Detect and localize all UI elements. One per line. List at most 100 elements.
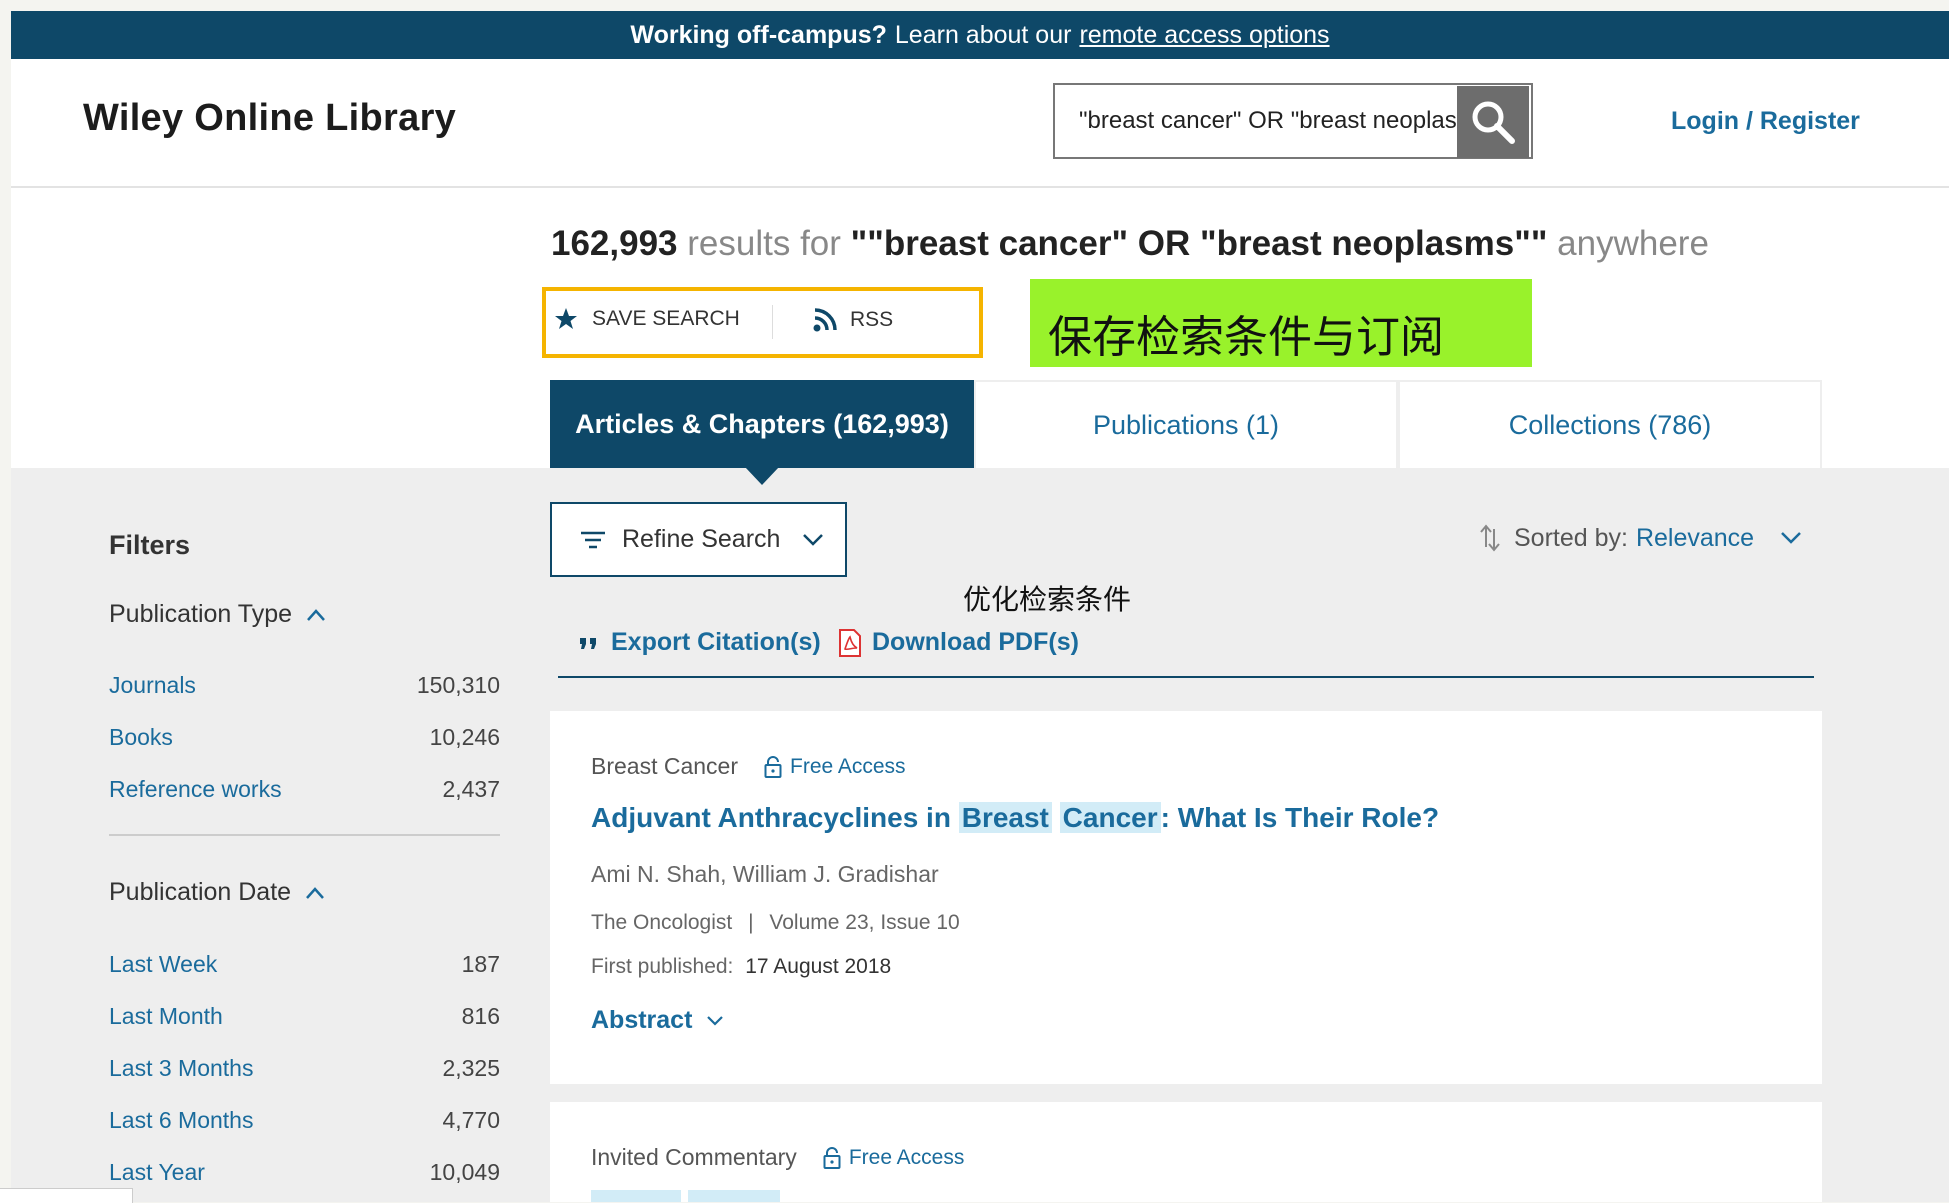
export-citations-button[interactable]: Export Citation(s) (579, 628, 821, 657)
action-divider (772, 305, 773, 339)
site-header: Wiley Online Library "breast cancer" OR … (11, 59, 1949, 188)
filter-item-label: Reference works (109, 776, 282, 802)
result-journal-line: The Oncologist | Volume 23, Issue 10 (591, 911, 960, 935)
sort-label: Sorted by: (1514, 523, 1628, 552)
volume-link[interactable]: Volume 23, Issue 10 (769, 911, 959, 934)
search-input-value: "breast cancer" OR "breast neoplasms" (1079, 107, 1459, 134)
annotation-save-rss-text: 保存检索条件与订阅 (1048, 312, 1444, 363)
filter-item-last-year[interactable]: Last Year 10,049 (109, 1159, 500, 1186)
filter-item-count: 2,437 (442, 776, 500, 802)
tab-articles-chapters[interactable]: Articles & Chapters (162,993) (550, 380, 974, 468)
filter-heading: Publication Date (109, 878, 292, 906)
tab-publications[interactable]: Publications (1) (974, 380, 1398, 468)
filter-item-label: Last Month (109, 1003, 223, 1029)
results-query: ""breast cancer" OR "breast neoplasms"" (850, 224, 1548, 263)
refine-search-label: Refine Search (622, 525, 781, 553)
title-part: Adjuvant Anthracyclines in (591, 802, 951, 833)
page-corner-panel (0, 1188, 133, 1203)
filter-item-count: 10,246 (429, 724, 500, 750)
result-meta: Breast Cancer Free Access (591, 753, 906, 780)
result-published: First published: 17 August 2018 (591, 955, 891, 979)
filter-item-label: Journals (109, 672, 196, 698)
filter-item-reference-works[interactable]: Reference works 2,437 (109, 776, 500, 803)
title-highlight (688, 1190, 780, 1202)
search-button[interactable] (1457, 86, 1529, 158)
login-register-link[interactable]: Login / Register (1671, 107, 1860, 136)
filter-item-last-6-months[interactable]: Last 6 Months 4,770 (109, 1107, 500, 1134)
filter-item-label: Last Year (109, 1159, 205, 1185)
sort-dropdown[interactable]: Sorted by: Relevance (1478, 523, 1802, 553)
result-authors: Ami N. Shah, William J. Gradishar (591, 861, 939, 887)
result-card: Breast Cancer Free Access Adjuvant Anthr… (550, 711, 1822, 1084)
download-pdfs-button[interactable]: Download PDF(s) (838, 628, 1079, 657)
results-summary: 162,993 results for ""breast cancer" OR … (551, 224, 1709, 264)
quote-icon (580, 637, 596, 649)
abstract-label: Abstract (591, 1006, 693, 1034)
filter-item-books[interactable]: Books 10,246 (109, 724, 500, 751)
title-highlight: Breast (958, 802, 1052, 833)
filter-item-count: 816 (461, 1003, 500, 1029)
refine-search-button[interactable]: Refine Search (550, 502, 847, 577)
chevron-up-icon (306, 886, 324, 899)
remote-access-banner: Working off-campus? Learn about our remo… (11, 11, 1949, 59)
save-rss-highlight: SAVE SEARCH RSS (542, 287, 983, 358)
chevron-up-icon (307, 608, 325, 621)
banner-bold-text: Working off-campus? (630, 20, 887, 49)
filter-item-last-week[interactable]: Last Week 187 (109, 951, 500, 978)
filter-item-label: Last Week (109, 951, 218, 977)
filter-item-label: Books (109, 724, 173, 750)
chevron-down-icon (707, 1015, 724, 1026)
filter-divider (109, 834, 500, 836)
save-search-label: SAVE SEARCH (592, 307, 740, 330)
filter-heading: Publication Type (109, 600, 292, 628)
filter-publication-type-toggle[interactable]: Publication Type (109, 600, 326, 629)
sort-value: Relevance (1635, 523, 1755, 552)
filter-item-count: 2,325 (442, 1055, 500, 1081)
filter-item-last-3-months[interactable]: Last 3 Months 2,325 (109, 1055, 500, 1082)
save-search-button[interactable]: SAVE SEARCH (554, 307, 740, 331)
annotation-refine: 优化检索条件 (963, 583, 1132, 616)
rss-button[interactable]: RSS (812, 307, 893, 333)
journal-link[interactable]: The Oncologist (591, 911, 732, 934)
filter-publication-date-toggle[interactable]: Publication Date (109, 878, 325, 907)
search-input[interactable]: "breast cancer" OR "breast neoplasms" (1053, 83, 1533, 159)
results-scope: anywhere (1557, 224, 1709, 263)
toolbar-divider (558, 676, 1814, 678)
site-logo[interactable]: Wiley Online Library (83, 97, 456, 140)
filter-item-journals[interactable]: Journals 150,310 (109, 672, 500, 699)
journal-separator: | (748, 911, 754, 934)
filter-item-count: 4,770 (442, 1107, 500, 1133)
banner-text: Learn about our (894, 20, 1072, 49)
free-access-label: Free Access (790, 754, 906, 778)
title-highlight (591, 1190, 681, 1202)
result-meta: Invited Commentary Free Access (591, 1144, 964, 1171)
filter-item-count: 10,049 (429, 1159, 500, 1185)
filter-item-count: 187 (461, 951, 500, 977)
filters-title: Filters (109, 530, 191, 560)
free-access-label: Free Access (848, 1145, 965, 1169)
pdf-icon (839, 628, 861, 657)
search-icon (1472, 101, 1515, 144)
filter-item-last-month[interactable]: Last Month 816 (109, 1003, 500, 1030)
chevron-down-icon (1781, 532, 1801, 544)
filter-item-count: 150,310 (416, 672, 500, 698)
abstract-toggle[interactable]: Abstract (591, 1006, 724, 1035)
title-highlight: Cancer (1059, 802, 1161, 833)
result-title-link[interactable]: Adjuvant Anthracyclines in Breast Cancer… (591, 802, 1439, 834)
sort-arrows-icon (1480, 524, 1500, 552)
free-access-badge: Free Access (823, 1145, 965, 1170)
star-icon (555, 308, 577, 329)
results-for-label: results for (687, 224, 841, 263)
rss-icon (813, 308, 837, 332)
remote-access-link[interactable]: remote access options (1079, 21, 1329, 50)
published-label: First published: (591, 955, 734, 978)
result-card: Invited Commentary Free Access (550, 1102, 1822, 1202)
free-access-badge: Free Access (764, 755, 906, 779)
chevron-down-icon (803, 533, 824, 546)
filter-item-label: Last 6 Months (109, 1107, 254, 1133)
annotation-save-rss: 保存检索条件与订阅 (1030, 279, 1532, 367)
filter-lines-icon (581, 531, 605, 548)
filter-item-label: Last 3 Months (109, 1055, 254, 1081)
unlock-icon (764, 755, 782, 778)
tab-collections[interactable]: Collections (786) (1398, 380, 1822, 468)
